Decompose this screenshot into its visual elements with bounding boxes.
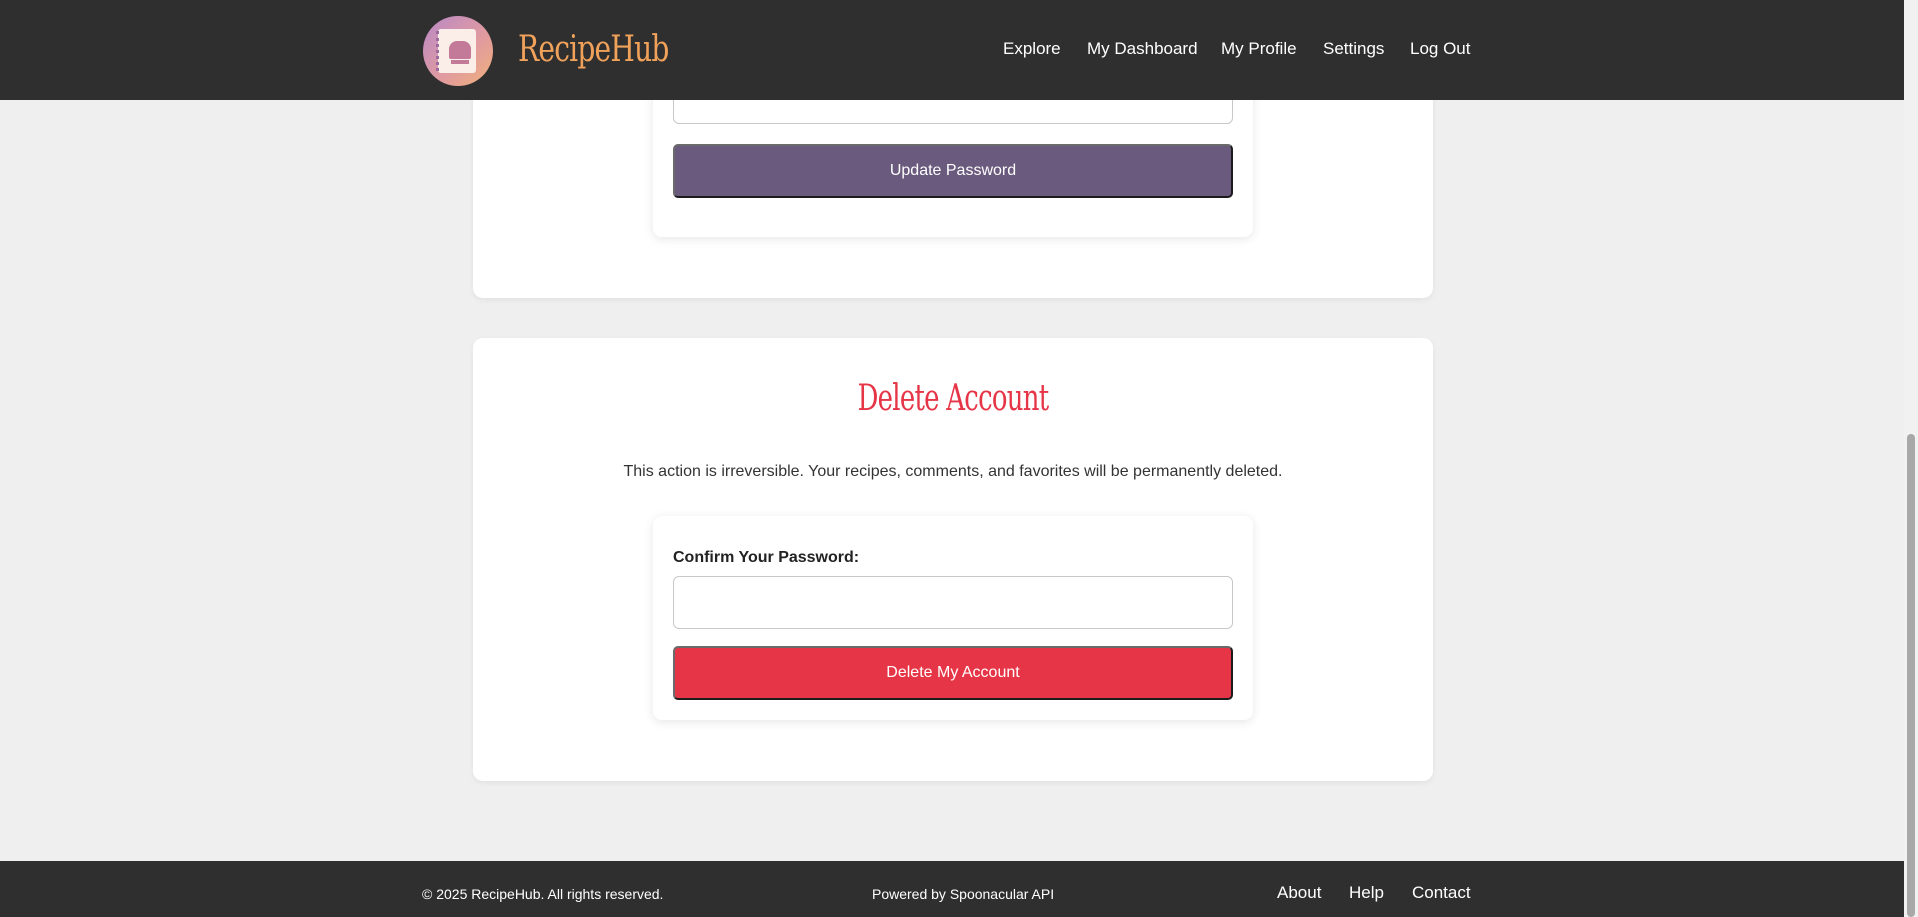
scrollbar-thumb[interactable] <box>1907 434 1915 917</box>
footer-copyright: © 2025 RecipeHub. All rights reserved. <box>422 886 664 902</box>
confirm-password-label: Confirm Your Password: <box>673 549 860 566</box>
nav-settings[interactable]: Settings <box>1323 39 1384 59</box>
footer-link-about[interactable]: About <box>1277 883 1321 903</box>
delete-account-button[interactable]: Delete My Account <box>673 646 1233 700</box>
delete-account-form: Confirm Your Password: Delete My Account <box>653 516 1253 720</box>
chef-hat-icon <box>449 41 471 59</box>
top-navbar: RecipeHub Explore My Dashboard My Profil… <box>0 0 1904 100</box>
delete-warning-text: This action is irreversible. Your recipe… <box>623 463 1283 480</box>
book-spine-icon <box>436 31 443 71</box>
nav-explore[interactable]: Explore <box>1003 39 1061 59</box>
footer-powered-by: Powered by Spoonacular API <box>872 886 1055 902</box>
update-password-button[interactable]: Update Password <box>673 144 1233 198</box>
nav-my-profile[interactable]: My Profile <box>1221 39 1297 59</box>
brand-name[interactable]: RecipeHub <box>518 22 669 78</box>
nav-log-out[interactable]: Log Out <box>1410 39 1471 59</box>
delete-account-card: Delete Account This action is irreversib… <box>473 338 1433 781</box>
confirm-password-input[interactable] <box>673 576 1233 629</box>
delete-account-title: Delete Account <box>857 378 1050 419</box>
footer-link-contact[interactable]: Contact <box>1412 883 1471 903</box>
footer-link-help[interactable]: Help <box>1349 883 1384 903</box>
nav-my-dashboard[interactable]: My Dashboard <box>1087 39 1198 59</box>
chef-hat-band-icon <box>451 60 469 64</box>
footer: © 2025 RecipeHub. All rights reserved. P… <box>0 861 1904 917</box>
